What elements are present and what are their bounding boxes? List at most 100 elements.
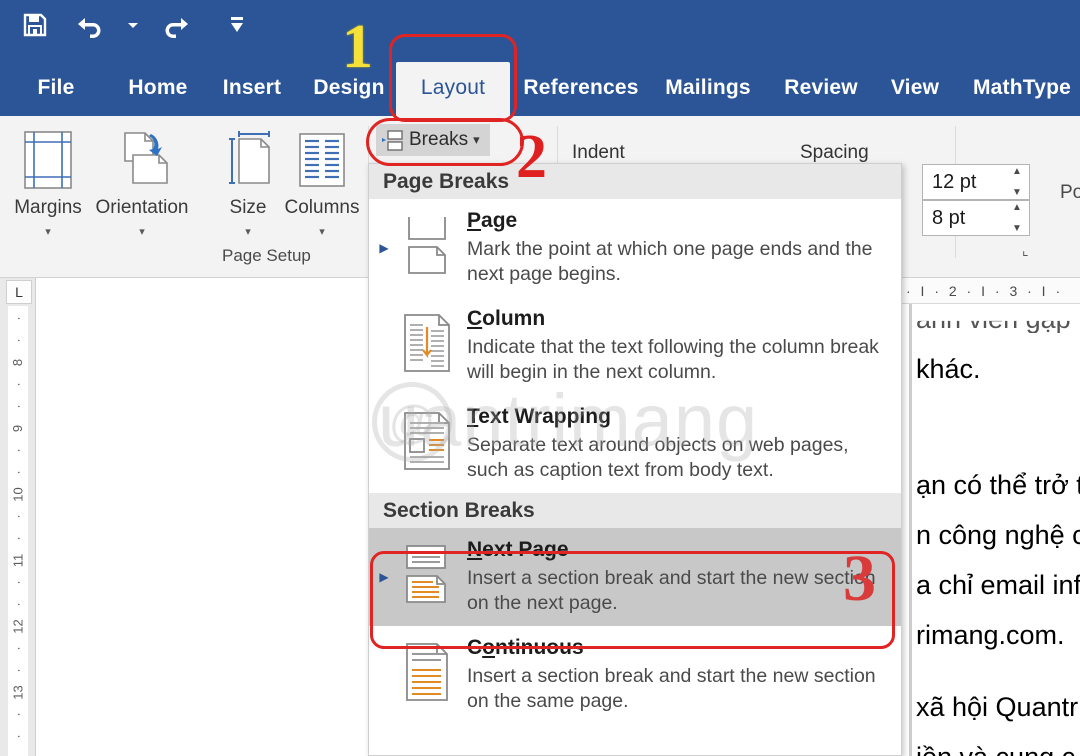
- spacing-after-stepper[interactable]: ▲ ▼: [1009, 203, 1025, 233]
- margins-caret-icon[interactable]: ▾: [45, 225, 51, 238]
- spacing-before-value: 12 pt: [932, 171, 976, 194]
- document-text[interactable]: anh viên gặpkhác.ạn có thể trở tn công n…: [916, 304, 1080, 756]
- tab-view[interactable]: View: [884, 62, 946, 116]
- menu-item-page[interactable]: ▶ Page Mark the point at which one page en…: [369, 199, 901, 297]
- breaks-label: Breaks: [409, 129, 468, 151]
- columns-label: Columns: [285, 198, 360, 217]
- margins-icon: [20, 122, 76, 198]
- size-caret-icon[interactable]: ▾: [245, 225, 251, 238]
- menu-item-body: Text Wrapping Separate text around object…: [463, 405, 891, 482]
- margins-label: Margins: [14, 198, 82, 217]
- menu-item-title: Column: [467, 307, 891, 331]
- vertical-ruler-tick: ·: [12, 712, 25, 716]
- spacing-group-label: Spacing: [800, 142, 869, 164]
- undo-dropdown-icon[interactable]: [126, 8, 140, 42]
- breaks-button[interactable]: Breaks ▾: [376, 124, 490, 156]
- customize-qat-icon[interactable]: [220, 8, 254, 42]
- tab-references[interactable]: References: [518, 62, 644, 116]
- horizontal-ruler[interactable]: · I · 2 · I · 3 · I ·: [900, 278, 1080, 304]
- document-text-line: xã hội Quantr: [916, 694, 1078, 721]
- menu-section-header: Section Breaks: [369, 493, 901, 528]
- menu-item-continuous[interactable]: Continuous Insert a section break and sta…: [369, 626, 901, 724]
- tab-mathtype[interactable]: MathType: [966, 62, 1078, 116]
- menu-item-description: Mark the point at which one page ends an…: [467, 237, 891, 286]
- menu-item-title: Text Wrapping: [467, 405, 891, 429]
- menu-item-next-page[interactable]: ▶ Next PageInsert a section break and sta…: [369, 528, 901, 626]
- vertical-ruler-tick: 10: [12, 487, 25, 501]
- breaks-icon: [380, 128, 404, 152]
- page-left-edge: [909, 304, 912, 756]
- tab-layout[interactable]: Layout: [396, 62, 510, 116]
- spin-down-icon[interactable]: ▼: [1012, 188, 1022, 197]
- tab-review[interactable]: Review: [778, 62, 864, 116]
- vertical-ruler-tick: ·: [12, 316, 25, 320]
- margins-button[interactable]: Margins ▾: [2, 122, 94, 238]
- vertical-ruler-tick: ·: [12, 470, 25, 474]
- document-text-line: rimang.com.: [916, 622, 1065, 649]
- menu-item-body: Column Indicate that the text following t…: [463, 307, 891, 384]
- vertical-ruler-tick: ·: [12, 734, 25, 738]
- menu-item-column[interactable]: Column Indicate that the text following t…: [369, 297, 901, 395]
- indent-group-label: Indent: [572, 142, 625, 164]
- orientation-caret-icon[interactable]: ▾: [139, 225, 145, 238]
- menu-item-body: Next PageInsert a section break and star…: [463, 538, 891, 615]
- vertical-ruler-edge: [35, 278, 36, 756]
- document-text-line: iền và cung c: [916, 744, 1075, 756]
- text-wrapping-break-icon: [391, 405, 463, 471]
- columns-icon: [294, 122, 350, 198]
- menu-item-pointer-icon: ▶: [377, 570, 391, 584]
- tab-stop-selector[interactable]: L: [6, 280, 32, 304]
- menu-item-title: Continuous: [467, 636, 891, 660]
- continuous-break-icon: [391, 636, 463, 702]
- spin-down-icon[interactable]: ▼: [1012, 224, 1022, 233]
- size-icon: [217, 122, 279, 198]
- breaks-dropdown-menu[interactable]: Page Breaks ▶ Page Mark the point at which …: [368, 163, 902, 756]
- spin-up-icon[interactable]: ▲: [1012, 203, 1022, 212]
- orientation-icon: [111, 122, 173, 198]
- menu-item-description: Insert a section break and start the new…: [467, 664, 891, 713]
- orientation-label: Orientation: [96, 198, 189, 217]
- spin-up-icon[interactable]: ▲: [1012, 167, 1022, 176]
- spacing-after-value: 8 pt: [932, 207, 965, 230]
- paragraph-dialog-launcher[interactable]: ⌞: [1022, 242, 1029, 259]
- orientation-button[interactable]: Orientation ▾: [96, 122, 188, 238]
- document-text-line: a chỉ email inf: [916, 572, 1080, 599]
- spacing-after-input[interactable]: 8 pt ▲ ▼: [922, 200, 1030, 236]
- menu-item-description: Insert a section break and start the new…: [467, 566, 891, 615]
- page-break-icon: [391, 209, 463, 275]
- menu-section-header: Page Breaks: [369, 164, 901, 199]
- size-label: Size: [230, 198, 267, 217]
- vertical-ruler-tick: ·: [12, 580, 25, 584]
- tab-home[interactable]: Home: [118, 62, 198, 116]
- menu-item-title: Page: [467, 209, 891, 233]
- quick-access-toolbar: [18, 8, 254, 42]
- menu-item-text-wrapping[interactable]: Text Wrapping Separate text around object…: [369, 395, 901, 493]
- vertical-ruler[interactable]: L ··8··9··10··11··12··13··: [0, 278, 36, 756]
- vertical-ruler-tick: 9: [11, 425, 24, 432]
- undo-icon[interactable]: [72, 8, 106, 42]
- tab-insert[interactable]: Insert: [216, 62, 288, 116]
- spacing-before-stepper[interactable]: ▲ ▼: [1009, 167, 1025, 197]
- document-text-line: khác.: [916, 356, 981, 383]
- next-page-break-icon: [391, 538, 463, 604]
- document-text-line: ạn có thể trở t: [916, 472, 1080, 499]
- spacing-before-input[interactable]: 12 pt ▲ ▼: [922, 164, 1030, 200]
- menu-item-description: Indicate that the text following the col…: [467, 335, 891, 384]
- arrange-group-label: Po: [1060, 182, 1080, 204]
- vertical-ruler-tick: ·: [12, 602, 25, 606]
- ribbon-tabs: File Home Insert Design Layout Reference…: [0, 62, 1080, 116]
- save-icon[interactable]: [18, 8, 52, 42]
- breaks-caret-icon[interactable]: ▾: [473, 132, 480, 148]
- menu-item-pointer-icon: ▶: [377, 241, 391, 255]
- menu-item-body: Continuous Insert a section break and sta…: [463, 636, 891, 713]
- tab-mailings[interactable]: Mailings: [658, 62, 758, 116]
- menu-item-description: Separate text around objects on web page…: [467, 433, 891, 482]
- redo-icon[interactable]: [160, 8, 194, 42]
- columns-button[interactable]: Columns ▾: [276, 122, 368, 238]
- columns-caret-icon[interactable]: ▾: [319, 225, 325, 238]
- menu-item-body: Page Mark the point at which one page end…: [463, 209, 891, 286]
- vertical-ruler-tick: 8: [11, 359, 24, 366]
- vertical-ruler-tick: ·: [12, 536, 25, 540]
- tab-file[interactable]: File: [26, 62, 86, 116]
- tab-design[interactable]: Design: [308, 62, 390, 116]
